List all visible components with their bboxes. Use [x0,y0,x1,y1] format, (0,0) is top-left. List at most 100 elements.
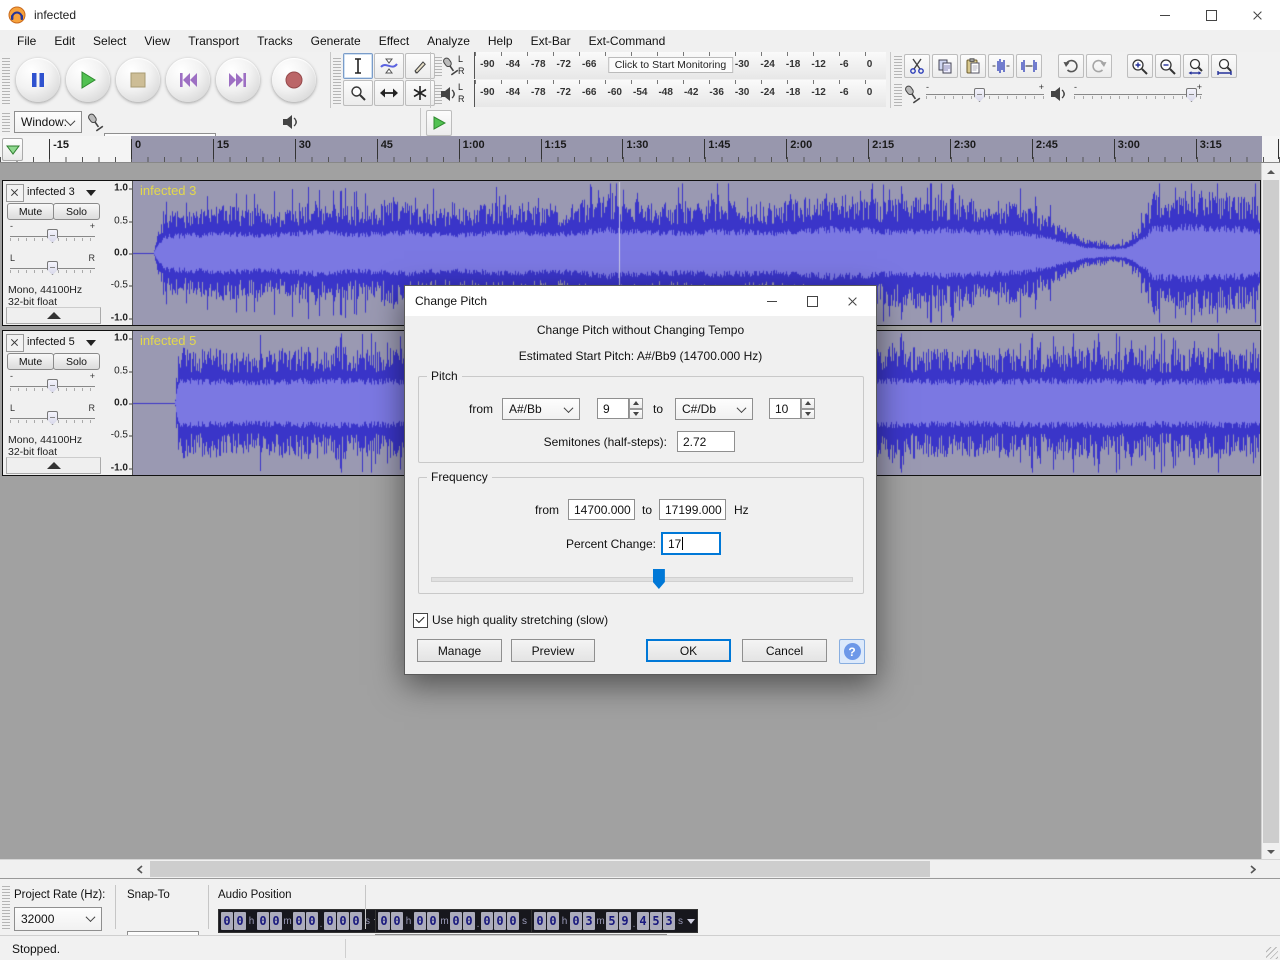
pitch-from-octave-field[interactable]: 9 [597,398,629,419]
toolbar-grip[interactable] [2,112,10,132]
time-digit[interactable]: 0 [494,912,506,930]
time-digit[interactable]: . [476,912,480,930]
skip-to-start-button[interactable] [166,58,210,102]
track-1-vertical-ruler[interactable]: 1.00.50.0-0.5-1.0 [102,181,133,325]
dialog-maximize-button[interactable] [792,286,832,316]
menu-transport[interactable]: Transport [179,32,248,50]
time-digit[interactable]: . [319,912,323,930]
mute-button[interactable]: Mute [7,353,54,370]
mute-button[interactable]: Mute [7,203,54,220]
pitch-to-octave-field[interactable]: 10 [769,398,801,419]
toolbar-grip[interactable] [894,54,902,78]
copy-button[interactable] [932,54,958,78]
redo-button[interactable] [1086,54,1112,78]
time-format-arrow-icon[interactable] [686,912,695,930]
zoom-out-button[interactable] [1155,54,1181,78]
recording-meter[interactable]: LR Click to Start Monitoring -90-84-78-7… [432,52,890,79]
track-close-button[interactable] [6,184,24,202]
time-digit[interactable]: 0 [221,912,233,930]
time-digit[interactable]: 0 [306,912,318,930]
time-shift-tool-button[interactable] [374,80,404,106]
recording-volume-thumb[interactable] [974,88,985,102]
fit-project-button[interactable] [1211,54,1237,78]
solo-button[interactable]: Solo [53,353,100,370]
scroll-down-button[interactable] [1262,843,1280,860]
time-digit[interactable]: 4 [637,912,649,930]
pitch-to-octave-spinner[interactable] [801,398,815,419]
skip-to-end-button[interactable] [216,58,260,102]
time-digit[interactable]: 0 [450,912,462,930]
undo-button[interactable] [1058,54,1084,78]
time-digit[interactable]: 0 [378,912,390,930]
spin-up-icon[interactable] [629,398,643,409]
zoom-tool-button[interactable] [343,80,373,106]
time-digit[interactable]: m [440,912,449,930]
horizontal-scroll-thumb[interactable] [150,861,930,877]
pan-slider[interactable]: L R [10,257,95,279]
maximize-button[interactable] [1188,0,1234,30]
toolbar-grip[interactable] [333,56,341,104]
time-digit[interactable]: 0 [414,912,426,930]
minimize-button[interactable] [1142,0,1188,30]
trim-audio-button[interactable] [988,54,1014,78]
time-digit[interactable]: 0 [391,912,403,930]
dialog-title-bar[interactable]: Change Pitch [405,286,876,316]
timeline-options-button[interactable] [2,138,23,161]
time-digit[interactable]: 5 [606,912,618,930]
time-digit[interactable]: . [632,912,636,930]
time-digit[interactable]: 0 [324,912,336,930]
help-button[interactable]: ? [839,639,865,664]
time-digit[interactable]: 0 [570,912,582,930]
time-digit[interactable]: 0 [547,912,559,930]
pitch-from-octave-spinner[interactable] [629,398,643,419]
menu-ext-command[interactable]: Ext-Command [580,32,675,50]
resize-grip[interactable] [1266,947,1278,959]
percent-change-field[interactable]: 17 [662,533,720,554]
menu-select[interactable]: Select [84,32,135,50]
zoom-in-button[interactable] [1127,54,1153,78]
pitch-from-note-select[interactable]: A#/Bb [502,398,580,420]
time-digit[interactable]: 0 [507,912,519,930]
time-digit[interactable]: 3 [663,912,675,930]
toolbar-grip[interactable] [894,82,902,106]
freq-from-field[interactable]: 14700.000 [568,499,635,520]
pan-slider[interactable]: L R [10,407,95,429]
time-digit[interactable]: 0 [427,912,439,930]
menu-help[interactable]: Help [479,32,522,50]
percent-slider-thumb[interactable] [653,569,665,589]
silence-audio-button[interactable] [1016,54,1042,78]
time-digit[interactable]: 5 [650,912,662,930]
scroll-up-button[interactable] [1262,163,1280,180]
preview-button[interactable]: Preview [511,639,595,662]
menu-effect[interactable]: Effect [370,32,418,50]
audio-host-select[interactable]: Window: [14,111,82,133]
fit-selection-button[interactable] [1183,54,1209,78]
track-collapse-button[interactable] [6,307,101,324]
spin-down-icon[interactable] [801,409,815,420]
time-digit[interactable]: 0 [481,912,493,930]
audio-position-field[interactable]: 00h00m00.000s [218,909,385,933]
scroll-right-button[interactable] [1244,860,1261,878]
time-digit[interactable]: h [560,912,569,930]
time-digit[interactable]: 0 [257,912,269,930]
selection-tool-button[interactable] [343,53,373,79]
menu-tracks[interactable]: Tracks [248,32,302,50]
time-digit[interactable]: 9 [619,912,631,930]
paste-button[interactable] [960,54,986,78]
toolbar-grip[interactable] [2,885,10,929]
record-meter-scale[interactable]: Click to Start Monitoring -90-84-78-72-6… [474,52,886,79]
vertical-scroll-thumb[interactable] [1263,180,1279,843]
time-digit[interactable]: 0 [534,912,546,930]
track-menu-button[interactable]: infected 3 [24,184,99,200]
track-collapse-button[interactable] [6,457,101,474]
playback-volume-thumb[interactable] [1186,88,1197,102]
time-digit[interactable]: 3 [583,912,595,930]
solo-button[interactable]: Solo [53,203,100,220]
time-digit[interactable]: 0 [337,912,349,930]
close-button[interactable] [1234,0,1280,30]
time-digit[interactable]: 0 [234,912,246,930]
monitor-label[interactable]: Click to Start Monitoring [608,57,733,73]
menu-generate[interactable]: Generate [302,32,370,50]
toolbar-grip[interactable] [2,56,10,104]
envelope-tool-button[interactable] [374,53,404,79]
